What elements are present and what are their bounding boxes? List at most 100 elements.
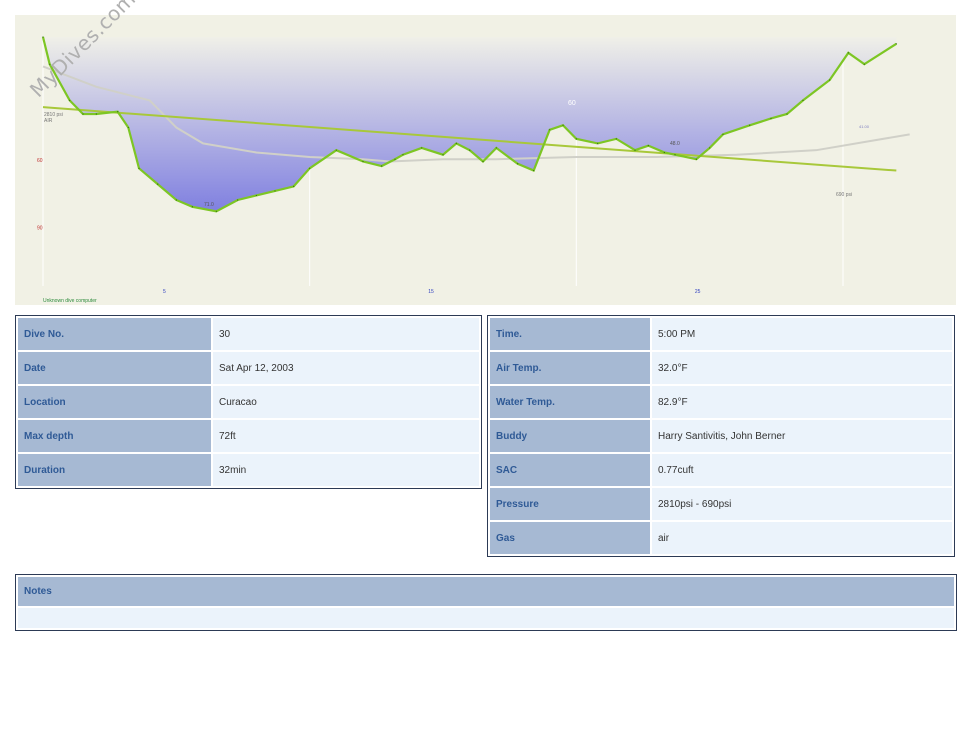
y-tick-label: 90: [37, 226, 43, 232]
depth-point: [634, 149, 636, 151]
notes-panel: Notes: [15, 574, 957, 631]
depth-point: [597, 142, 599, 144]
row-value: 72ft: [213, 420, 479, 452]
row-label: Buddy: [490, 420, 650, 452]
annotation-label: 60: [568, 100, 576, 107]
table-row: Dive No. 30: [18, 318, 479, 350]
computer-label: Unknown dive computer: [43, 298, 97, 304]
table-row: Duration 32min: [18, 454, 479, 486]
depth-point: [421, 147, 423, 149]
table-row: Location Curacao: [18, 386, 479, 418]
x-tick-label: 15: [428, 289, 434, 295]
row-value: 32min: [213, 454, 479, 486]
dive-summary-table: Dive No. 30 Date Sat Apr 12, 2003 Location Cu…: [15, 315, 482, 489]
x-tick-label: 25: [695, 289, 701, 295]
depth-point: [82, 113, 84, 115]
depth-point: [829, 79, 831, 81]
depth-point: [117, 111, 119, 113]
depth-point: [575, 138, 577, 140]
depth-point: [895, 43, 897, 45]
depth-point: [695, 158, 697, 160]
annotation-label: 41.00: [859, 124, 870, 129]
depth-point: [95, 113, 97, 115]
depth-point: [402, 154, 404, 156]
row-value: Curacao: [213, 386, 479, 418]
depth-point: [293, 185, 295, 187]
row-value: air: [652, 522, 952, 554]
table-row: Gas air: [490, 522, 952, 554]
table-row: Date Sat Apr 12, 2003: [18, 352, 479, 384]
row-value: 82.9°F: [652, 386, 952, 418]
row-label: SAC: [490, 454, 650, 486]
depth-point: [237, 199, 239, 201]
row-label: Date: [18, 352, 211, 384]
table-row: Buddy Harry Santivitis, John Berner: [490, 420, 952, 452]
depth-point: [722, 133, 724, 135]
depth-point: [127, 126, 129, 129]
depth-point: [42, 36, 44, 38]
depth-point: [215, 210, 217, 212]
depth-point: [770, 117, 772, 120]
dive-conditions-table: Time. 5:00 PM Air Temp. 32.0°F Water Temp. 82…: [487, 315, 955, 557]
row-label: Location: [18, 386, 211, 418]
depth-point: [335, 149, 337, 151]
depth-point: [847, 52, 849, 54]
notes-body: [18, 608, 954, 628]
depth-point: [442, 154, 444, 156]
depth-point: [802, 99, 804, 101]
depth-point: [663, 151, 665, 154]
depth-point: [138, 167, 140, 169]
row-label: Dive No.: [18, 318, 211, 350]
depth-point: [469, 149, 471, 151]
annotation-label: 48.0: [670, 141, 680, 147]
depth-point: [191, 206, 193, 208]
table-row: Pressure 2810psi - 690psi: [490, 488, 952, 520]
annotation-label: 71.0: [204, 202, 214, 208]
x-tick-label: 5: [163, 289, 166, 295]
notes-header: Notes: [18, 577, 954, 606]
row-label: Pressure: [490, 488, 650, 520]
depth-point: [309, 167, 311, 169]
depth-point: [482, 160, 484, 163]
depth-point: [647, 145, 649, 147]
depth-point: [863, 63, 865, 65]
row-value: 0.77cuft: [652, 454, 952, 486]
depth-point: [394, 158, 396, 160]
dive-profile-chart: 2810 psi AIR 690 psi 60 48.0 71.0 41.00 60 90 5 15…: [15, 0, 956, 305]
depth-point: [615, 138, 617, 140]
depth-point: [549, 129, 551, 131]
depth-point: [562, 124, 564, 126]
row-label: Gas: [490, 522, 650, 554]
table-row: Water Temp. 82.9°F: [490, 386, 952, 418]
row-label: Time.: [490, 318, 650, 350]
row-value: Harry Santivitis, John Berner: [652, 420, 952, 452]
depth-point: [255, 194, 257, 197]
depth-point: [674, 154, 676, 156]
row-value: 32.0°F: [652, 352, 952, 384]
row-value: 2810psi - 690psi: [652, 488, 952, 520]
depth-point: [786, 113, 788, 115]
dive-profile-svg: 2810 psiAIR690 psi6048.071.041.0060905 15…: [37, 36, 910, 304]
table-row: SAC 0.77cuft: [490, 454, 952, 486]
depth-point: [381, 165, 383, 167]
depth-point: [495, 147, 497, 149]
row-label: Max depth: [18, 420, 211, 452]
row-label: Water Temp.: [490, 386, 650, 418]
row-label: Duration: [18, 454, 211, 486]
row-label: Air Temp.: [490, 352, 650, 384]
depth-point: [533, 169, 535, 172]
depth-point: [69, 99, 71, 101]
depth-fill: [43, 37, 897, 212]
row-value: Sat Apr 12, 2003: [213, 352, 479, 384]
depth-point: [175, 199, 177, 201]
depth-point: [157, 183, 159, 185]
depth-point: [274, 190, 276, 192]
depth-point: [709, 147, 711, 149]
gas-label: AIR: [44, 118, 53, 124]
depth-point: [749, 124, 751, 126]
row-value: 5:00 PM: [652, 318, 952, 350]
pressure-end-label: 690 psi: [836, 192, 852, 198]
y-tick-label: 60: [37, 158, 43, 164]
row-value: 30: [213, 318, 479, 350]
depth-point: [362, 160, 364, 163]
